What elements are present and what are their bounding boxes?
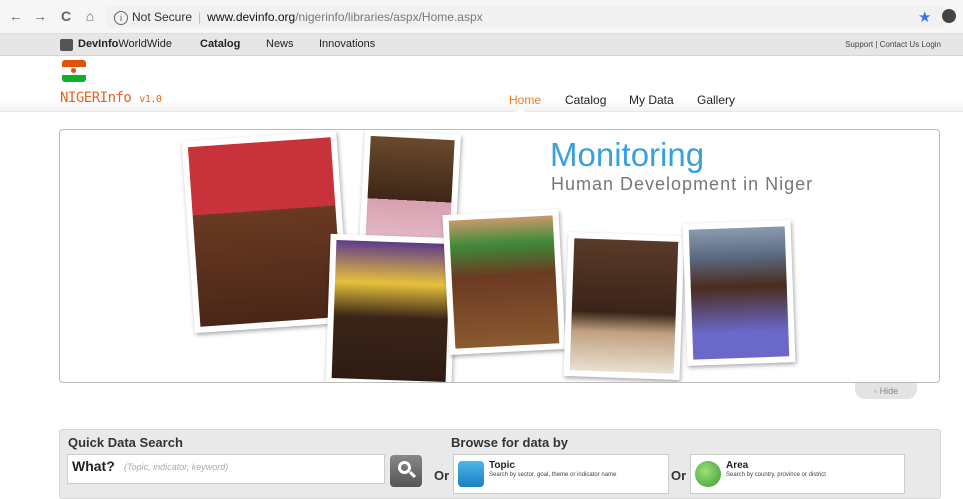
area-title: Area: [726, 460, 749, 471]
site-topbar: DevInfoWorldWide Catalog News Innovation…: [0, 34, 963, 56]
devinfo-brand[interactable]: DevInfoWorldWide: [78, 38, 172, 50]
reload-icon[interactable]: C: [58, 8, 74, 24]
browse-area-card[interactable]: Area Search by country, province or dist…: [690, 454, 905, 494]
topic-desc: Search by sector, goal, theme or indicat…: [489, 472, 617, 478]
topnav-news[interactable]: News: [266, 38, 294, 50]
url-domain: www.devinfo.org: [207, 10, 296, 24]
mainnav-my-data[interactable]: My Data: [629, 93, 674, 107]
devinfo-logo-icon: [60, 39, 73, 51]
globe-icon: [695, 461, 721, 487]
photo-girl-green-scarf: [442, 209, 566, 355]
banner-subtitle: Human Development in Niger: [551, 174, 814, 194]
what-search-input[interactable]: What? (Topic, indicator, keyword): [67, 454, 385, 484]
mainnav-home[interactable]: Home: [509, 93, 541, 107]
topic-icon: [458, 461, 484, 487]
bookmark-star-icon[interactable]: ★: [918, 8, 931, 26]
quick-data-search-title: Quick Data Search: [68, 435, 183, 450]
photo-child-knit-hat: [325, 233, 457, 382]
info-icon[interactable]: i: [114, 10, 128, 25]
extension-icon[interactable]: [942, 9, 956, 23]
browser-chrome: ← → C ⌂ i Not Secure | www.devinfo.org/nige…: [0, 0, 963, 34]
what-label: What?: [72, 458, 115, 474]
forward-icon[interactable]: →: [32, 8, 48, 24]
security-label: Not Secure: [132, 10, 193, 24]
photo-girl-red-scarf: [181, 130, 350, 334]
browse-title: Browse for data by: [451, 435, 569, 450]
site-title[interactable]: NIGERInfo v1.0: [60, 90, 162, 106]
url-path: /nigerinfo/libraries/aspx/Home.aspx: [295, 10, 483, 24]
hide-banner-button[interactable]: ◦ Hide: [855, 383, 917, 399]
support-links[interactable]: Support | Contact Us Login: [845, 40, 941, 49]
mainnav-gallery[interactable]: Gallery: [697, 93, 735, 107]
search-panel: Quick Data Search What? (Topic, indicato…: [59, 429, 941, 499]
home-icon[interactable]: ⌂: [82, 8, 98, 24]
or-label-1: Or: [434, 468, 450, 483]
address-bar[interactable]: i Not Secure | www.devinfo.org/nigerinfo/li…: [106, 6, 946, 28]
area-desc: Search by country, province or district: [726, 472, 826, 478]
mainnav-catalog[interactable]: Catalog: [565, 93, 606, 107]
niger-flag-icon: [62, 60, 86, 82]
photo-boy-turban: [682, 220, 796, 366]
what-placeholder: (Topic, indicator, keyword): [124, 462, 229, 472]
back-icon[interactable]: ←: [8, 8, 24, 24]
active-nav-caret: [514, 107, 526, 113]
or-label-2: Or: [671, 468, 687, 483]
banner-title: Monitoring: [550, 136, 705, 173]
topnav-innovations[interactable]: Innovations: [319, 38, 375, 50]
browse-topic-card[interactable]: Topic Search by sector, goal, theme or i…: [453, 454, 669, 494]
search-button[interactable]: [390, 455, 422, 487]
topic-title: Topic: [489, 460, 515, 471]
hero-banner: Monitoring Human Development in Niger: [59, 129, 940, 383]
site-header: NIGERInfo v1.0 Home Catalog My Data Gall…: [0, 56, 963, 113]
topnav-catalog[interactable]: Catalog: [200, 38, 240, 50]
photo-girl-writing: [563, 232, 685, 380]
